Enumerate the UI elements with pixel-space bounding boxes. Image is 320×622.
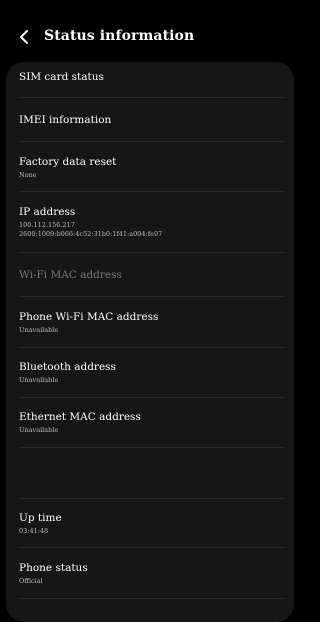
divider [19,296,285,297]
ip-address-item: IP address 100.112.156.217 2600:1009:b06… [6,205,294,239]
item-value-secondary: 2600:1009:b066:4c52:31b0:1f41:a004:fe97 [19,230,163,238]
item-value: 03:41:48 [19,527,49,535]
item-title: Ethernet MAC address [19,411,141,423]
imei-information-item[interactable]: IMEI information [6,113,294,127]
back-button[interactable] [14,26,34,48]
sim-card-status-item[interactable]: SIM card status [6,70,294,84]
divider [19,347,285,348]
divider [19,397,285,398]
item-value: None [19,171,37,179]
item-title: Up time [19,512,62,524]
divider [19,191,285,192]
item-title: Phone Wi-Fi MAC address [19,311,159,323]
item-value: Official [19,577,43,585]
item-title: Wi-Fi MAC address [19,269,122,281]
wifi-mac-address-item: Wi-Fi MAC address [6,268,294,282]
item-title: SIM card status [19,71,104,83]
page-title: Status information [44,28,195,44]
item-value: 100.112.156.217 [19,221,75,229]
ethernet-mac-address-item: Ethernet MAC address Unavailable [6,410,294,435]
factory-data-reset-item: Factory data reset None [6,155,294,180]
divider [19,598,285,599]
divider [19,547,285,548]
divider [19,447,285,448]
bluetooth-address-item: Bluetooth address Unavailable [6,360,294,385]
up-time-item: Up time 03:41:48 [6,511,294,536]
item-title: IMEI information [19,114,112,126]
phone-status-item: Phone status Official [6,561,294,586]
item-title: Phone status [19,562,88,574]
item-value: Unavailable [19,426,59,434]
item-value: Unavailable [19,376,59,384]
divider [19,252,285,253]
item-value: Unavailable [19,326,59,334]
divider [19,97,285,98]
app-bar: Status information [0,0,300,62]
item-title: Factory data reset [19,156,117,168]
phone-wifi-mac-address-item: Phone Wi-Fi MAC address Unavailable [6,310,294,335]
divider [19,498,285,499]
status-list: SIM card status IMEI information Factory… [6,62,294,622]
item-title: IP address [19,206,76,218]
divider [19,141,285,142]
item-title: Bluetooth address [19,361,116,373]
back-arrow-icon [20,30,28,44]
